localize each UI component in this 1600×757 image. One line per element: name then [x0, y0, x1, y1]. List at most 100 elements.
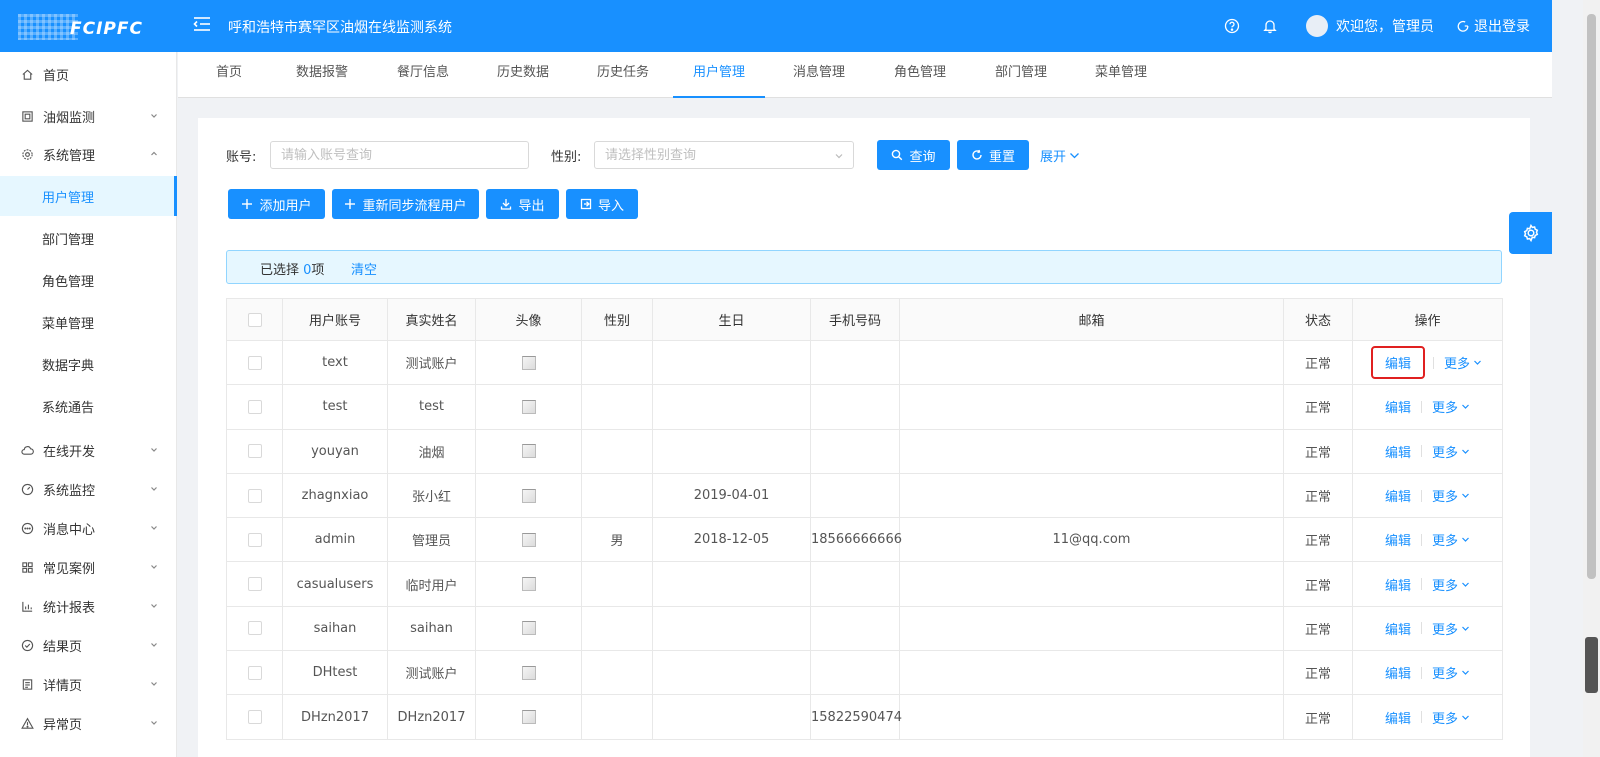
- sidebar-item-result[interactable]: 结果页: [0, 625, 177, 665]
- expand-toggle[interactable]: 展开: [1040, 146, 1080, 165]
- chevron-down-icon: [149, 483, 159, 493]
- sidebar-item-message-center[interactable]: 消息中心: [0, 508, 177, 548]
- row-checkbox[interactable]: [247, 532, 262, 547]
- sidebar-item-fume-monitor[interactable]: 油烟监测: [0, 96, 177, 136]
- tab-user-management[interactable]: 用户管理: [673, 52, 765, 98]
- more-dropdown[interactable]: 更多: [1444, 353, 1482, 372]
- cell-status: 正常: [1283, 428, 1353, 474]
- cell-birthday: 2019-04-01: [652, 472, 811, 519]
- menu-fold-icon[interactable]: [192, 14, 214, 36]
- tab-menu-management[interactable]: 菜单管理: [1082, 52, 1160, 98]
- select-all-checkbox[interactable]: [247, 312, 262, 327]
- scrollbar-thumb[interactable]: [1587, 14, 1596, 579]
- row-select-cell: [226, 472, 283, 519]
- sidebar-item-user-management[interactable]: 用户管理: [0, 176, 177, 216]
- action-divider: [1421, 666, 1422, 679]
- export-button[interactable]: 导出: [486, 189, 559, 219]
- sidebar-item-cases[interactable]: 常见案例: [0, 547, 177, 587]
- row-checkbox[interactable]: [247, 710, 262, 725]
- more-dropdown[interactable]: 更多: [1432, 530, 1470, 549]
- sidebar-item-role[interactable]: 角色管理: [0, 260, 177, 300]
- help-icon[interactable]: [1222, 16, 1242, 36]
- edit-link[interactable]: 编辑: [1385, 442, 1411, 461]
- sidebar-item-dictionary[interactable]: 数据字典: [0, 344, 177, 384]
- sidebar-item-reports[interactable]: 统计报表: [0, 586, 177, 626]
- gender-select-display[interactable]: [594, 141, 854, 169]
- sidebar-item-detail[interactable]: 详情页: [0, 664, 177, 704]
- sidebar-item-online-dev[interactable]: 在线开发: [0, 430, 177, 470]
- settings-float-button[interactable]: [1509, 212, 1552, 254]
- broken-image-icon: [521, 399, 536, 414]
- row-checkbox[interactable]: [247, 621, 262, 636]
- query-label: 查询: [909, 149, 936, 165]
- selection-suffix: 项: [311, 263, 325, 278]
- col-gender: 性别: [581, 298, 653, 341]
- tab-role-management[interactable]: 角色管理: [881, 52, 959, 98]
- account-input[interactable]: [270, 141, 529, 169]
- cell-avatar: [475, 650, 582, 696]
- more-dropdown[interactable]: 更多: [1432, 619, 1470, 638]
- cell-actions: 编辑 更多: [1352, 517, 1503, 563]
- reset-label: 重置: [988, 149, 1015, 165]
- cell-gender: [581, 650, 653, 696]
- sidebar-item-menu[interactable]: 菜单管理: [0, 302, 177, 342]
- broken-image-icon: [521, 577, 536, 592]
- row-checkbox[interactable]: [247, 444, 262, 459]
- col-birthday: 生日: [652, 298, 811, 341]
- clear-selection-link[interactable]: 清空: [351, 259, 377, 278]
- sidebar-item-label: 结果页: [43, 639, 83, 655]
- resync-users-button[interactable]: 重新同步流程用户: [332, 189, 479, 219]
- sidebar-item-sys-monitor[interactable]: 系统监控: [0, 469, 177, 509]
- query-button[interactable]: 查询: [877, 140, 950, 170]
- tab-data-alarm[interactable]: 数据报警: [283, 52, 361, 98]
- gender-select[interactable]: [594, 141, 854, 169]
- import-button[interactable]: 导入: [566, 189, 638, 219]
- cell-status: 正常: [1283, 561, 1353, 607]
- sidebar-item-exception[interactable]: 异常页: [0, 703, 177, 743]
- user-menu[interactable]: 欢迎您，管理员: [1306, 15, 1434, 37]
- tab-restaurant-info[interactable]: 餐厅信息: [384, 52, 462, 98]
- row-checkbox[interactable]: [247, 577, 262, 592]
- logo-text: FCIPFC: [70, 19, 143, 39]
- tab-history-task[interactable]: 历史任务: [584, 52, 662, 98]
- row-checkbox[interactable]: [247, 665, 262, 680]
- logout-button[interactable]: 退出登录: [1456, 16, 1530, 36]
- more-dropdown[interactable]: 更多: [1432, 708, 1470, 727]
- more-dropdown[interactable]: 更多: [1432, 575, 1470, 594]
- cell-name: 管理员: [387, 517, 476, 563]
- more-dropdown[interactable]: 更多: [1432, 397, 1470, 416]
- tab-department-management[interactable]: 部门管理: [982, 52, 1060, 98]
- more-dropdown[interactable]: 更多: [1432, 663, 1470, 682]
- row-checkbox[interactable]: [247, 399, 262, 414]
- page-scrollbar[interactable]: [1583, 0, 1600, 757]
- broken-image-icon: [521, 532, 536, 547]
- edit-link[interactable]: 编辑: [1385, 486, 1411, 505]
- tab-home[interactable]: 首页: [200, 52, 258, 98]
- more-dropdown[interactable]: 更多: [1432, 486, 1470, 505]
- sidebar-item-notice[interactable]: 系统通告: [0, 386, 177, 426]
- reset-button[interactable]: 重置: [957, 140, 1029, 170]
- more-label: 更多: [1432, 578, 1459, 594]
- profile-icon: [20, 677, 34, 691]
- edit-link[interactable]: 编辑: [1385, 575, 1411, 594]
- edit-link[interactable]: 编辑: [1385, 619, 1411, 638]
- cell-name: 临时用户: [387, 561, 476, 607]
- sidebar-item-home[interactable]: 首页: [0, 54, 177, 94]
- tab-history-data[interactable]: 历史数据: [484, 52, 562, 98]
- more-dropdown[interactable]: 更多: [1432, 442, 1470, 461]
- add-user-button[interactable]: 添加用户: [228, 189, 325, 219]
- row-checkbox[interactable]: [247, 488, 262, 503]
- edit-link[interactable]: 编辑: [1370, 346, 1426, 380]
- edit-link[interactable]: 编辑: [1385, 708, 1411, 727]
- cell-name: saihan: [387, 605, 476, 652]
- cell-status: 正常: [1283, 517, 1353, 563]
- edit-link[interactable]: 编辑: [1385, 530, 1411, 549]
- edit-link[interactable]: 编辑: [1385, 397, 1411, 416]
- sidebar-item-department[interactable]: 部门管理: [0, 218, 177, 258]
- row-checkbox[interactable]: [247, 355, 262, 370]
- bell-icon[interactable]: [1260, 16, 1280, 36]
- tab-message-management[interactable]: 消息管理: [780, 52, 858, 98]
- sidebar-item-system[interactable]: 系统管理: [0, 134, 177, 174]
- chevron-down-icon: [149, 600, 159, 610]
- edit-link[interactable]: 编辑: [1385, 663, 1411, 682]
